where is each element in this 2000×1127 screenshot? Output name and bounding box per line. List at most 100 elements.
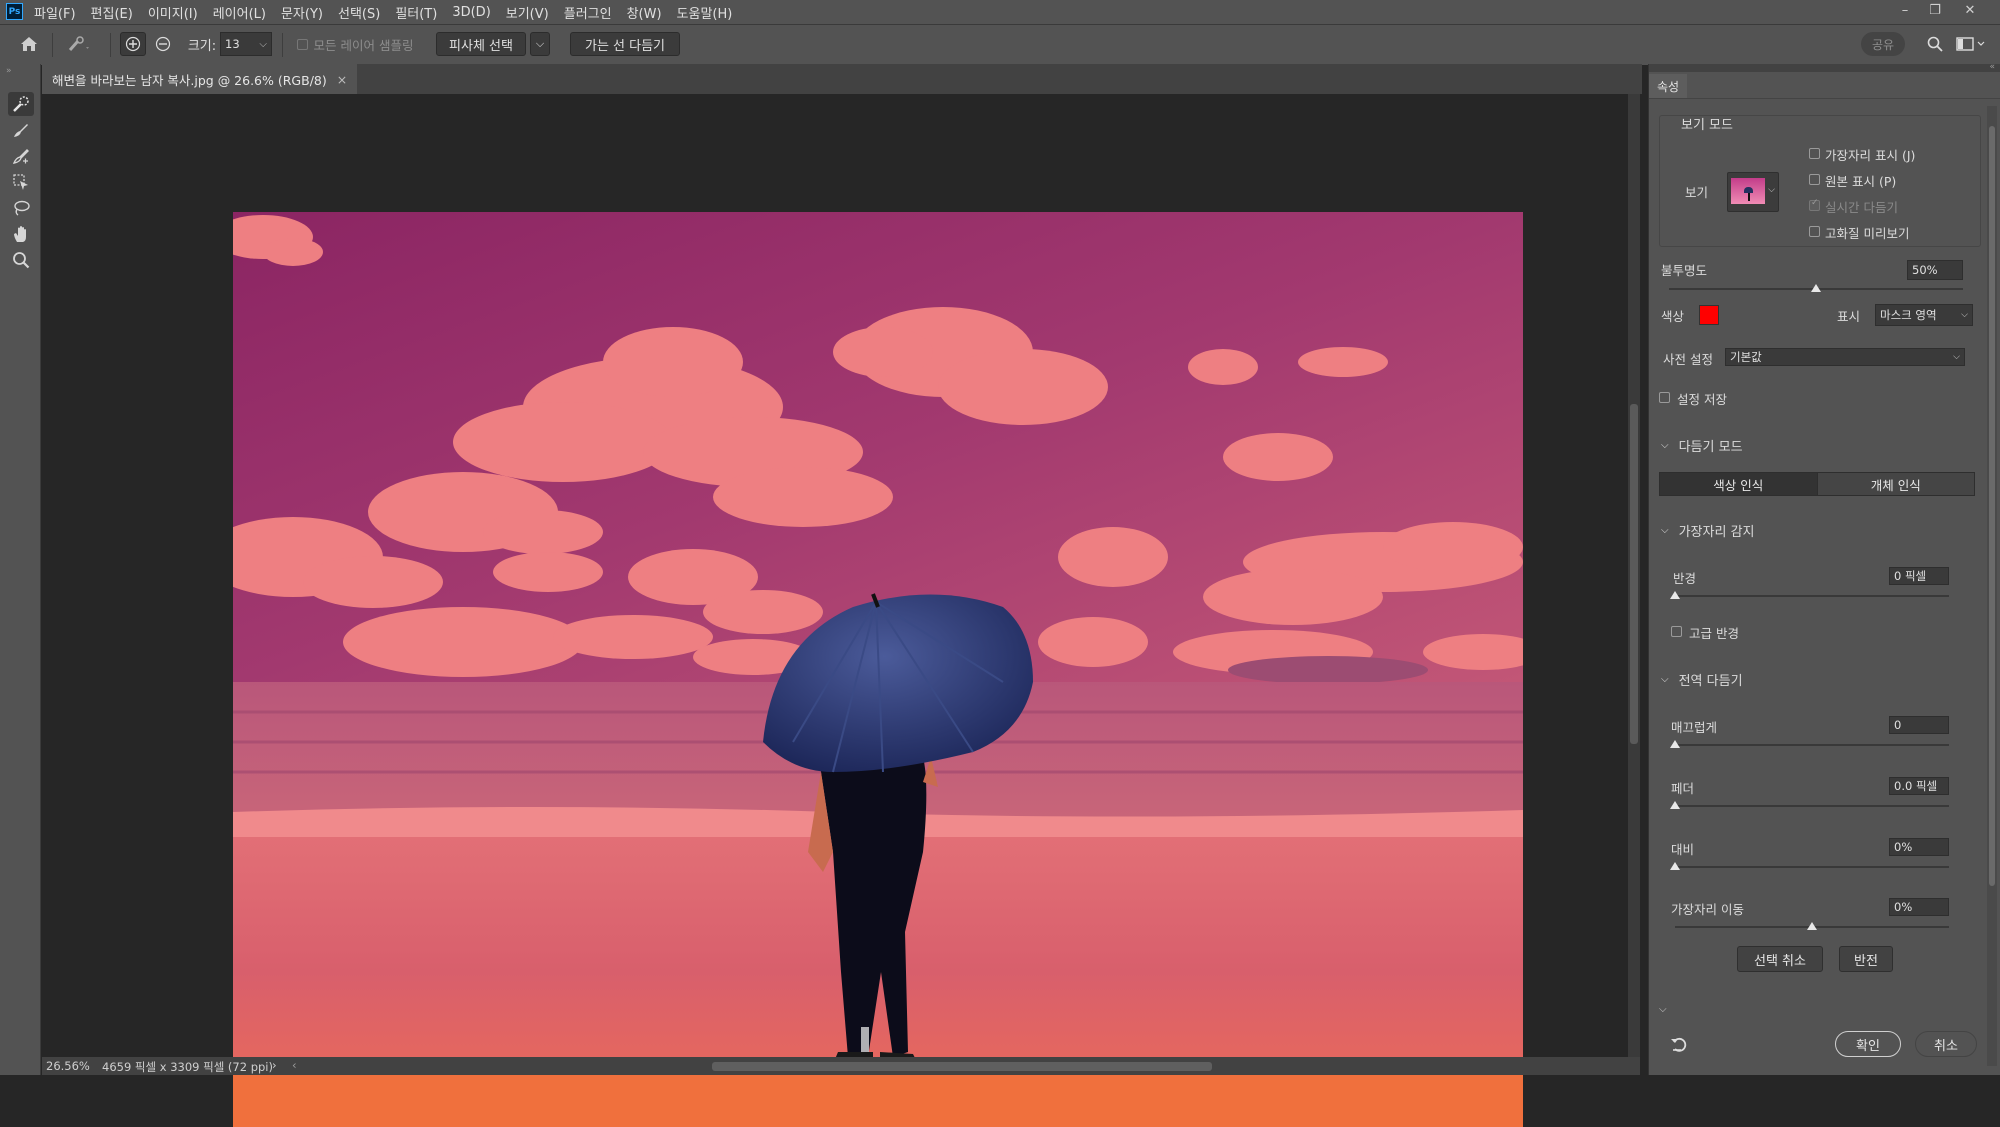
- menu-plugins[interactable]: 플러그인: [564, 3, 612, 22]
- radius-input[interactable]: 0 픽셀: [1889, 567, 1949, 585]
- global-refine-header[interactable]: ⌵ 전역 다듬기: [1661, 670, 1743, 689]
- chevron-down-icon: ⌵: [1661, 440, 1669, 451]
- workspace-icon[interactable]: [1952, 32, 1990, 56]
- add-to-selection-icon[interactable]: [120, 32, 146, 56]
- refine-edge-brush-icon[interactable]: [8, 144, 34, 168]
- hq-preview-label: 고화질 미리보기: [1825, 226, 1910, 241]
- refine-mode-header[interactable]: ⌵ 다듬기 모드: [1661, 436, 1743, 455]
- properties-tab[interactable]: 속성: [1649, 74, 1688, 98]
- shift-edge-slider-thumb[interactable]: [1807, 922, 1817, 930]
- show-original-checkbox[interactable]: [1809, 174, 1820, 185]
- global-refine-title: 전역 다듬기: [1678, 674, 1743, 689]
- save-settings-checkbox[interactable]: [1659, 392, 1670, 403]
- cancel-button[interactable]: 취소: [1915, 1031, 1977, 1057]
- feather-input[interactable]: 0.0 픽셀: [1889, 777, 1949, 795]
- quick-selection-tool-icon[interactable]: [8, 92, 34, 116]
- reset-icon[interactable]: [1669, 1034, 1691, 1054]
- document-tab-bar: 해변을 바라보는 남자 복사.jpg @ 26.6% (RGB/8) ×: [42, 64, 1642, 94]
- chevron-down-icon[interactable]: ⌵: [1659, 1004, 1667, 1015]
- menu-3d[interactable]: 3D(D): [452, 5, 490, 20]
- panel-scrollbar[interactable]: [1987, 106, 1997, 1066]
- smart-radius-checkbox[interactable]: [1671, 626, 1682, 637]
- select-subject-button[interactable]: 피사체 선택: [436, 32, 526, 56]
- display-dropdown[interactable]: 마스크 영역 ⌵: [1875, 304, 1973, 326]
- preset-dropdown[interactable]: 기본값 ⌵: [1725, 348, 1965, 366]
- edge-detection-header[interactable]: ⌵ 가장자리 감지: [1661, 521, 1755, 540]
- ok-button[interactable]: 확인: [1835, 1031, 1901, 1057]
- subtract-from-selection-icon[interactable]: [150, 32, 176, 56]
- search-icon[interactable]: [1922, 32, 1948, 56]
- restore-icon[interactable]: ❐: [1920, 0, 1950, 24]
- feather-slider-thumb[interactable]: [1670, 801, 1680, 809]
- menu-window[interactable]: 창(W): [627, 3, 662, 22]
- menu-view[interactable]: 보기(V): [506, 3, 549, 22]
- color-aware-button[interactable]: 색상 인식: [1660, 473, 1817, 495]
- view-thumbnail: [1731, 178, 1765, 204]
- collapse-panel-icon[interactable]: «: [1989, 62, 1995, 72]
- menu-help[interactable]: 도움말(H): [677, 3, 733, 22]
- menu-layer[interactable]: 레이어(L): [213, 3, 266, 22]
- menu-edit[interactable]: 편집(E): [91, 3, 133, 22]
- document-image[interactable]: [233, 212, 1523, 1127]
- zoom-level[interactable]: 26.56%: [46, 1059, 90, 1073]
- chevron-down-icon: ⌵: [1961, 310, 1968, 320]
- share-button[interactable]: 공유: [1861, 32, 1905, 56]
- document-tab[interactable]: 해변을 바라보는 남자 복사.jpg @ 26.6% (RGB/8) ×: [42, 64, 358, 94]
- quick-selection-preset-icon[interactable]: [62, 32, 96, 56]
- menu-type[interactable]: 문자(Y): [281, 3, 323, 22]
- status-menu-icon[interactable]: ›: [272, 1058, 277, 1072]
- shift-edge-input[interactable]: 0%: [1889, 898, 1949, 916]
- status-bar: 26.56% 4659 픽셀 x 3309 픽셀 (72 ppi) › ‹: [42, 1057, 1640, 1075]
- radius-slider-thumb[interactable]: [1670, 591, 1680, 599]
- zoom-tool-icon[interactable]: [8, 248, 34, 272]
- lasso-tool-icon[interactable]: [8, 196, 34, 220]
- smooth-input[interactable]: 0: [1889, 716, 1949, 734]
- vertical-scroll-thumb[interactable]: [1630, 404, 1638, 744]
- refine-hair-button[interactable]: 가는 선 다듬기: [570, 32, 680, 56]
- select-subject-dropdown-icon[interactable]: ⌵: [530, 32, 550, 56]
- photoshop-logo-icon: Ps: [6, 3, 23, 20]
- contrast-input[interactable]: 0%: [1889, 838, 1949, 856]
- hq-preview-checkbox[interactable]: [1809, 226, 1820, 237]
- realtime-refine-checkbox[interactable]: ✓: [1809, 198, 1820, 211]
- collapse-toolbar-icon[interactable]: »: [6, 66, 12, 76]
- view-mode-dropdown[interactable]: ⌵: [1727, 172, 1779, 212]
- opacity-slider-thumb[interactable]: [1811, 284, 1821, 292]
- size-input[interactable]: 13 ⌵: [220, 32, 272, 56]
- smooth-slider-track[interactable]: [1675, 744, 1949, 746]
- checkmark-icon: ✓: [1811, 198, 1819, 208]
- brush-tool-icon[interactable]: [8, 118, 34, 142]
- menu-filter[interactable]: 필터(T): [395, 3, 437, 22]
- panel-scroll-thumb[interactable]: [1989, 126, 1995, 886]
- hand-tool-icon[interactable]: [8, 222, 34, 246]
- opacity-label: 불투명도: [1661, 263, 1708, 278]
- beach-umbrella-photo: [233, 212, 1523, 1127]
- menu-image[interactable]: 이미지(I): [148, 3, 198, 22]
- chevron-down-icon: ⌵: [1661, 525, 1669, 536]
- deselect-button[interactable]: 선택 취소: [1737, 946, 1823, 972]
- opacity-input[interactable]: 50%: [1907, 260, 1963, 280]
- contrast-slider-track[interactable]: [1675, 866, 1949, 868]
- feather-slider-track[interactable]: [1675, 805, 1949, 807]
- show-edge-checkbox[interactable]: [1809, 148, 1820, 159]
- overlay-color-swatch[interactable]: [1699, 305, 1719, 325]
- scroll-left-icon[interactable]: ‹: [292, 1058, 297, 1072]
- sample-all-layers-label: 모든 레이어 샘플링: [313, 37, 414, 53]
- contrast-slider-thumb[interactable]: [1670, 862, 1680, 870]
- canvas-area[interactable]: [42, 94, 1640, 1127]
- object-aware-button[interactable]: 개체 인식: [1816, 473, 1974, 495]
- smooth-slider-thumb[interactable]: [1670, 740, 1680, 748]
- invert-button[interactable]: 반전: [1839, 946, 1893, 972]
- horizontal-scroll-thumb[interactable]: [712, 1062, 1212, 1071]
- home-icon[interactable]: [16, 32, 42, 56]
- minimize-icon[interactable]: –: [1890, 0, 1920, 24]
- object-selection-tool-icon[interactable]: [8, 170, 34, 194]
- close-window-icon[interactable]: ✕: [1955, 0, 1985, 24]
- menu-file[interactable]: 파일(F): [34, 3, 76, 22]
- menu-select[interactable]: 선택(S): [338, 3, 380, 22]
- document-info: 4659 픽셀 x 3309 픽셀 (72 ppi): [102, 1060, 273, 1074]
- radius-slider-track[interactable]: [1675, 595, 1949, 597]
- vertical-scrollbar[interactable]: [1628, 94, 1640, 1057]
- close-tab-icon[interactable]: ×: [337, 72, 347, 87]
- sample-all-layers-checkbox[interactable]: 모든 레이어 샘플링: [290, 32, 420, 56]
